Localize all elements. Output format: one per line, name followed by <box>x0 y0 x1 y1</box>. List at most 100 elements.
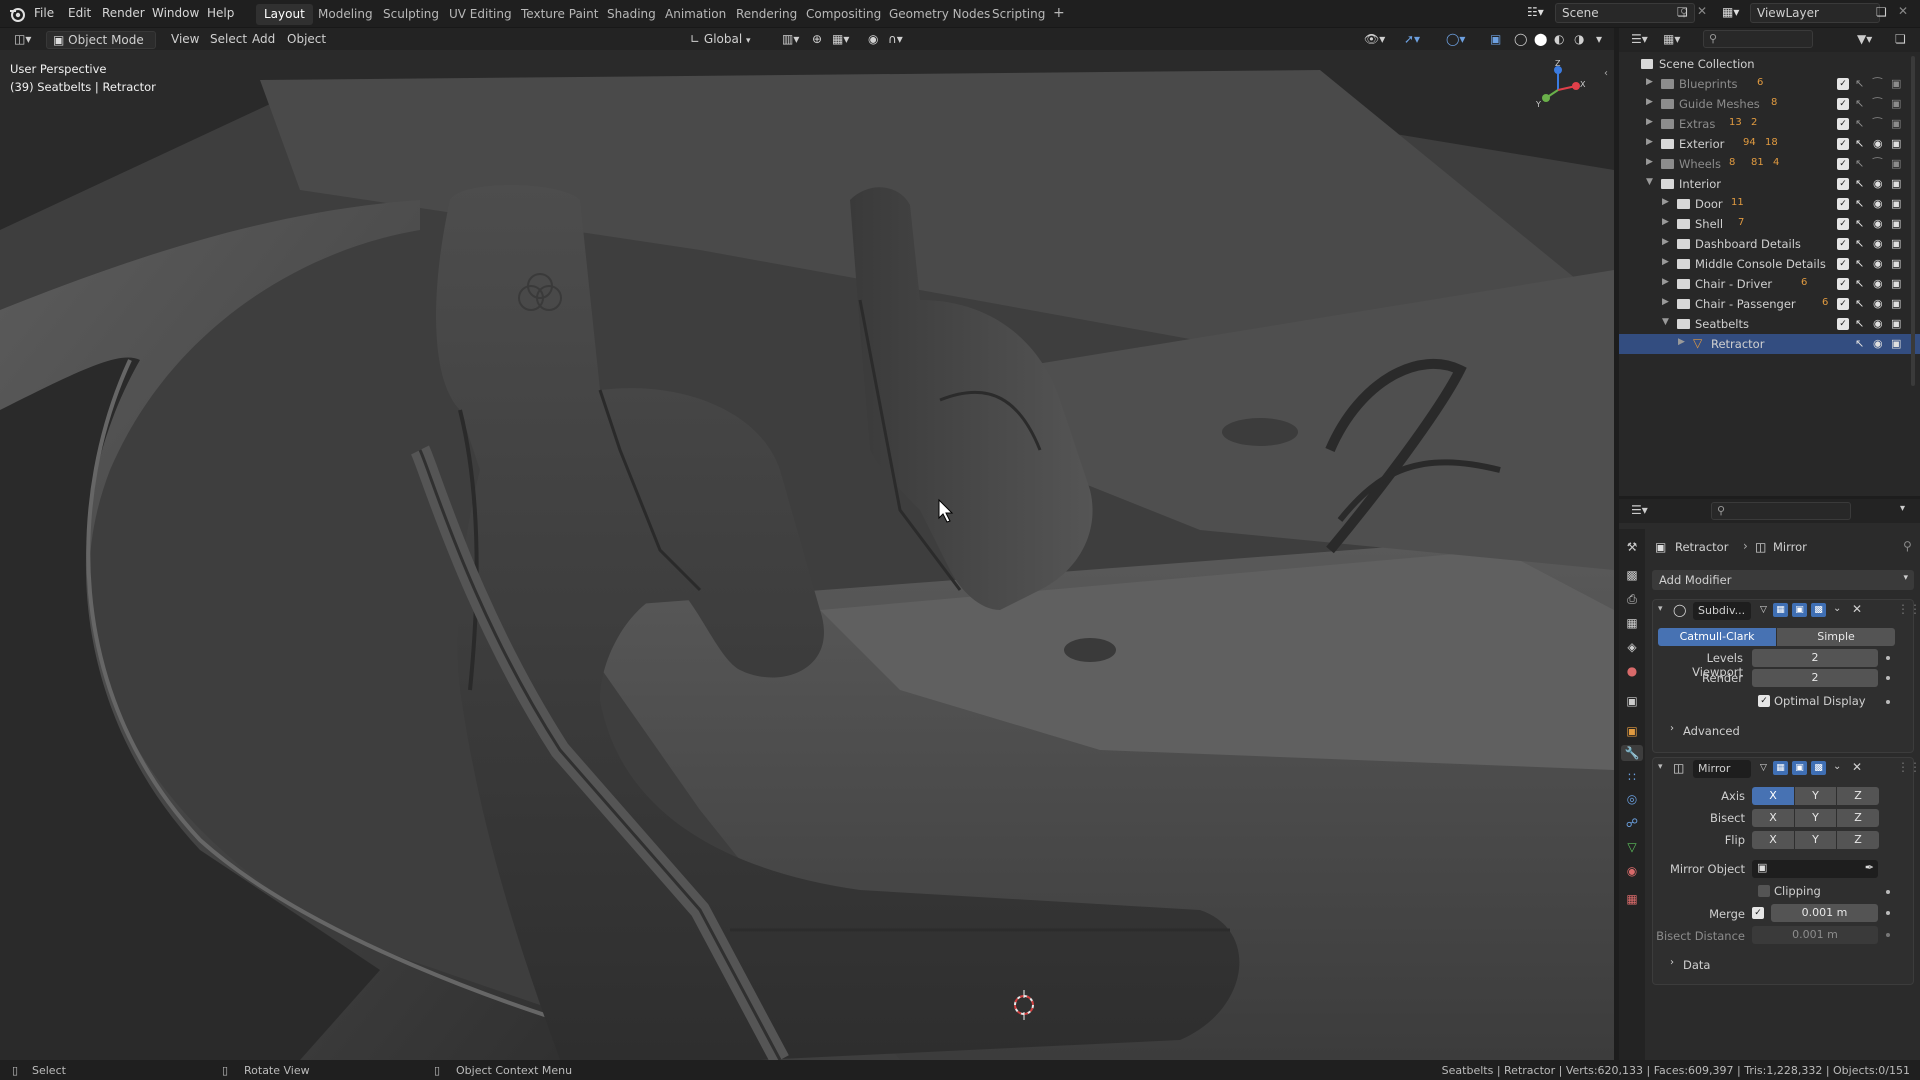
child-count-badge[interactable]: 6 <box>1801 277 1807 288</box>
eye-icon[interactable]: ◉ <box>1873 217 1883 230</box>
bisect-z-button[interactable]: Z <box>1837 809 1879 827</box>
eyedropper-icon[interactable]: ✒ <box>1865 861 1874 874</box>
menu-file[interactable]: File <box>34 6 54 20</box>
xray-toggle-icon[interactable]: ▣ <box>1484 31 1507 49</box>
expand-arrow-icon[interactable]: ▶ <box>1662 217 1669 227</box>
child-count-badge[interactable]: 8 <box>1771 97 1777 108</box>
modifier-tab-icon[interactable]: 🔧 <box>1621 745 1643 761</box>
tool-tab-icon[interactable]: ⚒ <box>1624 539 1640 555</box>
render-camera-icon[interactable]: ▣ <box>1891 337 1901 350</box>
levels-viewport-field[interactable]: 2 <box>1752 649 1878 667</box>
gizmo-toggle-icon[interactable]: ➚▾ <box>1398 31 1426 49</box>
child-count-badge[interactable]: 18 <box>1765 137 1778 148</box>
render-toggle-icon[interactable]: ▩ <box>1811 603 1826 617</box>
exclude-checkbox[interactable]: ✓ <box>1837 118 1849 130</box>
exclude-checkbox[interactable]: ✓ <box>1837 98 1849 110</box>
close-icon[interactable]: ✕ <box>1852 760 1862 774</box>
selectable-toggle-icon[interactable]: ↖ <box>1855 137 1864 150</box>
animate-dot-icon[interactable] <box>1886 676 1890 680</box>
outliner-search-input[interactable]: ⚲ <box>1703 30 1813 48</box>
material-tab-icon[interactable]: ◉ <box>1624 863 1640 879</box>
outliner-row[interactable]: ▶ Exterior 94 18 ✓ ↖ ◉ ▣ <box>1619 134 1920 154</box>
expand-arrow-icon[interactable]: ▶ <box>1646 97 1653 107</box>
exclude-checkbox[interactable]: ✓ <box>1837 318 1849 330</box>
outliner-row[interactable]: ▶ Wheels 8 81 4 ✓ ↖ ⁀ ▣ <box>1619 154 1920 174</box>
scene-icon[interactable]: ☷▾ <box>1527 5 1551 23</box>
merge-distance-field[interactable]: 0.001 m <box>1771 904 1878 922</box>
expand-chevron-icon[interactable]: › <box>1670 957 1674 968</box>
bisect-x-button[interactable]: X <box>1752 809 1794 827</box>
child-count-badge[interactable]: 81 <box>1751 157 1764 168</box>
exclude-checkbox[interactable]: ✓ <box>1837 298 1849 310</box>
tab-compositing[interactable]: Compositing <box>798 4 889 25</box>
child-count-badge[interactable]: 6 <box>1757 77 1763 88</box>
exclude-checkbox[interactable]: ✓ <box>1837 78 1849 90</box>
exclude-checkbox[interactable]: ✓ <box>1837 258 1849 270</box>
hidden-eye-icon[interactable]: ⁀ <box>1873 117 1882 130</box>
cage-toggle-icon[interactable]: ▦ <box>1773 603 1788 617</box>
tab-geometry-nodes[interactable]: Geometry Nodes <box>881 4 998 25</box>
clipping-checkbox[interactable] <box>1758 885 1770 897</box>
world-tab-icon[interactable]: ● <box>1624 663 1640 679</box>
eye-icon[interactable]: ◉ <box>1873 257 1883 270</box>
selectable-toggle-icon[interactable]: ↖ <box>1855 97 1864 110</box>
modifier-menu-icon[interactable]: ⌄ <box>1833 761 1841 772</box>
view-layer-tab-icon[interactable]: ▦ <box>1624 615 1640 631</box>
catmull-clark-button[interactable]: Catmull-Clark <box>1658 628 1776 646</box>
simple-button[interactable]: Simple <box>1777 628 1895 646</box>
visibility-icon[interactable]: 👁▾ <box>1358 31 1391 49</box>
child-count-badge[interactable]: 6 <box>1822 297 1828 308</box>
render-camera-icon[interactable]: ▣ <box>1891 97 1901 110</box>
selectable-toggle-icon[interactable]: ↖ <box>1855 197 1864 210</box>
eye-icon[interactable]: ◉ <box>1873 137 1883 150</box>
animate-dot-icon[interactable] <box>1886 933 1890 937</box>
selectable-toggle-icon[interactable]: ↖ <box>1855 237 1864 250</box>
collection-tab-icon[interactable]: ▣ <box>1624 693 1640 709</box>
expand-arrow-icon[interactable]: ▶ <box>1646 157 1653 167</box>
menu-window[interactable]: Window <box>152 6 199 20</box>
child-count-badge[interactable]: 94 <box>1743 137 1756 148</box>
menu-object[interactable]: Object <box>281 31 332 49</box>
close-icon[interactable]: ✕ <box>1852 602 1862 616</box>
expand-arrow-icon[interactable]: ▶ <box>1646 137 1653 147</box>
outliner-row[interactable]: ▶ Middle Console Details ✓ ↖ ◉ ▣ <box>1619 254 1920 274</box>
drag-handle-icon[interactable]: ⋮⋮ <box>1897 760 1920 774</box>
selectable-toggle-icon[interactable]: ↖ <box>1855 117 1864 130</box>
outliner-row[interactable]: ▶ Door 11 ✓ ↖ ◉ ▣ <box>1619 194 1920 214</box>
child-count-badge[interactable]: 2 <box>1751 117 1757 128</box>
collapse-arrow-icon[interactable]: ▼ <box>1646 177 1653 187</box>
animate-dot-icon[interactable] <box>1886 890 1890 894</box>
render-toggle-icon[interactable]: ▩ <box>1811 761 1826 775</box>
viewport-toggle-icon[interactable]: ▣ <box>1792 603 1807 617</box>
eye-icon[interactable]: ◉ <box>1873 317 1883 330</box>
outliner-scrollbar[interactable] <box>1911 56 1915 386</box>
render-camera-icon[interactable]: ▣ <box>1891 237 1901 250</box>
proportional-falloff-icon[interactable]: ∩▾ <box>882 31 909 49</box>
scene-selector[interactable]: Scene ⚲ <box>1555 3 1695 23</box>
expand-arrow-icon[interactable]: ▶ <box>1678 337 1685 347</box>
navigation-gizmo[interactable]: Z X Y <box>1530 59 1590 112</box>
advanced-subpanel[interactable]: Advanced <box>1683 724 1740 738</box>
selectable-toggle-icon[interactable]: ↖ <box>1855 257 1864 270</box>
physics-tab-icon[interactable]: ◎ <box>1624 791 1640 807</box>
selectable-toggle-icon[interactable]: ↖ <box>1855 297 1864 310</box>
render-camera-icon[interactable]: ▣ <box>1891 137 1901 150</box>
child-count-badge[interactable]: 7 <box>1738 217 1744 228</box>
child-count-badge[interactable]: 13 <box>1729 117 1742 128</box>
shading-options-icon[interactable]: ▾ <box>1590 31 1608 49</box>
render-camera-icon[interactable]: ▣ <box>1891 217 1901 230</box>
delete-view-layer-icon[interactable]: ✕ <box>1898 4 1908 18</box>
properties-search-input[interactable]: ⚲ <box>1711 502 1851 520</box>
tab-shading[interactable]: Shading <box>599 4 664 25</box>
subdiv-name-field[interactable]: Subdiv... <box>1693 602 1751 620</box>
view-layer-icon[interactable]: ▦▾ <box>1722 5 1739 19</box>
viewport-toggle-icon[interactable]: ▣ <box>1792 761 1807 775</box>
render-camera-icon[interactable]: ▣ <box>1891 277 1901 290</box>
eye-icon[interactable]: ◉ <box>1873 277 1883 290</box>
overlays-toggle-icon[interactable]: ◯▾ <box>1440 31 1471 49</box>
optimal-display-checkbox[interactable]: ✓ <box>1758 695 1770 707</box>
new-collection-icon[interactable]: ❏ <box>1895 32 1906 46</box>
child-count-badge[interactable]: 11 <box>1731 197 1744 208</box>
outliner-row[interactable]: ▶ Shell 7 ✓ ↖ ◉ ▣ <box>1619 214 1920 234</box>
display-mode-icon[interactable]: ▦▾ <box>1663 32 1680 46</box>
